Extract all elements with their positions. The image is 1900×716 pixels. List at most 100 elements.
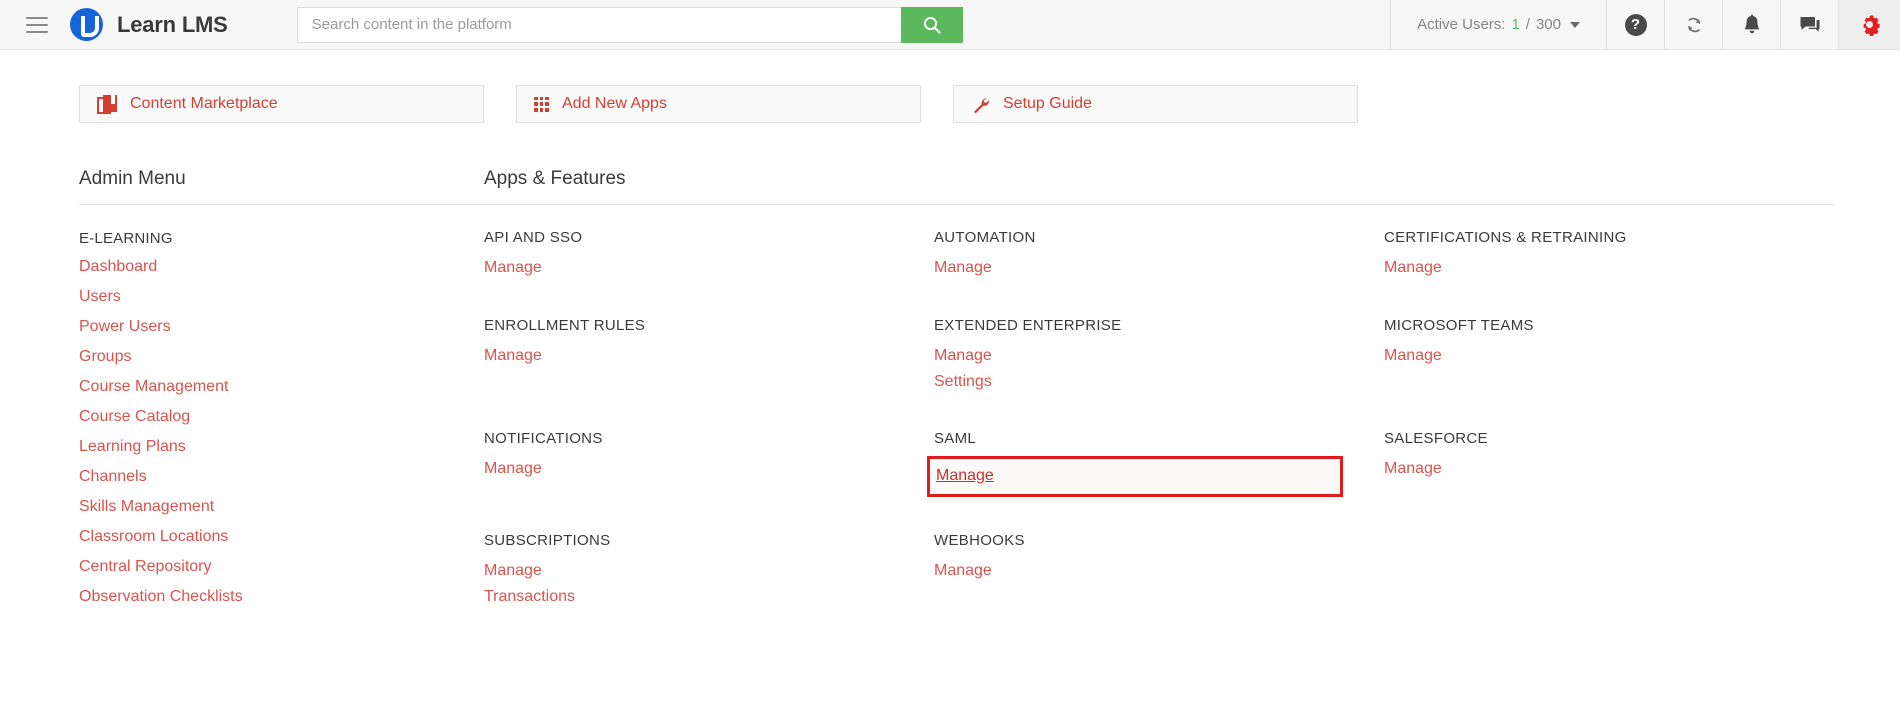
app-link-manage-extended-enterprise[interactable]: Manage	[934, 343, 992, 369]
admin-menu-title: Admin Menu	[79, 168, 484, 205]
app-link-transactions-subscriptions[interactable]: Transactions	[484, 584, 575, 610]
app-link-wrap: Manage	[934, 558, 1384, 584]
sync-button[interactable]	[1664, 0, 1722, 49]
top-header: Learn LMS Active Users: 1 / 300 ?	[0, 0, 1900, 50]
app-name: MICROSOFT TEAMS	[1384, 317, 1534, 334]
app-link-wrap: Manage	[1384, 456, 1834, 482]
app-link-wrap: Manage	[484, 456, 934, 482]
sidebar-group-elearning: E-LEARNING	[79, 230, 173, 247]
content-marketplace-button[interactable]: Content Marketplace	[79, 85, 484, 123]
app-name: AUTOMATION	[934, 229, 1036, 246]
search-button[interactable]	[900, 6, 963, 43]
help-icon: ?	[1624, 13, 1647, 36]
app-link-manage-webhooks[interactable]: Manage	[934, 558, 992, 584]
sync-icon	[1687, 17, 1700, 32]
chevron-down-icon	[1570, 21, 1580, 28]
settings-button[interactable]	[1838, 0, 1900, 49]
page-body: Content Marketplace Add New Apps Setup G…	[0, 50, 1900, 645]
sidebar-item-central-repository[interactable]: Central Repository	[79, 552, 484, 582]
bell-icon	[1744, 14, 1759, 33]
add-new-apps-button[interactable]: Add New Apps	[516, 85, 921, 123]
sidebar-item-classroom-locations[interactable]: Classroom Locations	[79, 522, 484, 552]
sidebar-item-course-catalog[interactable]: Course Catalog	[79, 402, 484, 432]
notifications-button[interactable]	[1722, 0, 1780, 49]
active-users-label: Active Users:	[1417, 16, 1506, 33]
header-right: Active Users: 1 / 300 ?	[1390, 0, 1900, 49]
app-link-manage-certifications-retraining[interactable]: Manage	[1384, 255, 1442, 281]
app-card: WEBHOOKS Manage	[934, 532, 1384, 645]
app-link-wrap: Settings	[934, 369, 1384, 395]
search-area	[296, 0, 963, 49]
search-input[interactable]	[296, 6, 901, 43]
app-card: SUBSCRIPTIONS Manage Transactions	[484, 532, 934, 645]
apps-features-section: Apps & Features API AND SSO Manage AUTOMAT…	[484, 123, 1900, 645]
hamburger-menu-icon[interactable]	[26, 16, 48, 33]
app-link-settings-extended-enterprise[interactable]: Settings	[934, 369, 992, 395]
app-name: SAML	[934, 430, 977, 447]
sidebar-item-observation-checklists[interactable]: Observation Checklists	[79, 582, 484, 612]
sidebar-item-dashboard[interactable]: Dashboard	[79, 252, 484, 282]
app-name: SALESFORCE	[1384, 430, 1488, 447]
setup-guide-button[interactable]: Setup Guide	[953, 85, 1358, 123]
app-link-wrap: Manage	[484, 558, 934, 584]
main-area: Admin Menu E-LEARNING Dashboard Users Powe…	[0, 123, 1900, 645]
app-link-manage-automation[interactable]: Manage	[934, 255, 992, 281]
app-name: API AND SSO	[484, 229, 583, 246]
hamburger-bar	[26, 30, 48, 33]
app-link-wrap: Manage	[934, 255, 1384, 281]
app-link-manage-saml[interactable]: Manage	[936, 463, 994, 489]
add-new-apps-label: Add New Apps	[562, 95, 667, 112]
app-card: API AND SSO Manage	[484, 229, 934, 317]
wrench-icon	[974, 98, 989, 113]
app-link-manage-subscriptions[interactable]: Manage	[484, 558, 542, 584]
brand-logo[interactable]: Learn LMS	[70, 8, 228, 41]
chat-icon	[1800, 16, 1819, 32]
search-icon	[923, 16, 941, 33]
app-card: SALESFORCE Manage	[1384, 430, 1834, 532]
app-link-manage-api-and-sso[interactable]: Manage	[484, 255, 542, 281]
quick-action-bar: Content Marketplace Add New Apps Setup G…	[0, 50, 1900, 123]
app-link-wrap: Manage	[484, 255, 934, 281]
active-users-separator: /	[1525, 16, 1530, 33]
sidebar-item-learning-plans[interactable]: Learning Plans	[79, 432, 484, 462]
setup-guide-label: Setup Guide	[1003, 95, 1092, 112]
active-users-dropdown[interactable]: Active Users: 1 / 300	[1390, 0, 1606, 49]
app-link-wrap: Manage	[1384, 255, 1834, 281]
app-link-wrap: Manage	[934, 343, 1384, 369]
hamburger-bar	[26, 16, 48, 19]
help-button[interactable]: ?	[1606, 0, 1664, 49]
app-name: WEBHOOKS	[934, 532, 1025, 549]
admin-sidebar: Admin Menu E-LEARNING Dashboard Users Powe…	[79, 123, 484, 645]
app-card: AUTOMATION Manage	[934, 229, 1384, 317]
app-card: CERTIFICATIONS & RETRAINING Manage	[1384, 229, 1834, 317]
active-users-count: 1	[1511, 16, 1520, 33]
app-link-manage-salesforce[interactable]: Manage	[1384, 456, 1442, 482]
sidebar-item-power-users[interactable]: Power Users	[79, 312, 484, 342]
app-card: SAML Manage	[927, 430, 1384, 532]
sidebar-item-course-management[interactable]: Course Management	[79, 372, 484, 402]
app-link-wrap: Manage	[484, 343, 934, 369]
sidebar-item-channels[interactable]: Channels	[79, 462, 484, 492]
app-name: EXTENDED ENTERPRISE	[934, 317, 1122, 334]
book-icon	[97, 94, 117, 114]
app-link-wrap: Manage	[1384, 343, 1834, 369]
content-wrapper: Content Marketplace Add New Apps Setup G…	[0, 50, 1900, 645]
app-link-manage-microsoft-teams[interactable]: Manage	[1384, 343, 1442, 369]
messages-button[interactable]	[1780, 0, 1838, 49]
sidebar-item-users[interactable]: Users	[79, 282, 484, 312]
app-link-manage-enrollment-rules[interactable]: Manage	[484, 343, 542, 369]
learn-lms-logo-icon	[70, 8, 103, 41]
app-card: MICROSOFT TEAMS Manage	[1384, 317, 1834, 430]
content-marketplace-label: Content Marketplace	[130, 95, 278, 112]
sidebar-item-skills-management[interactable]: Skills Management	[79, 492, 484, 522]
header-left: Learn LMS	[0, 0, 228, 49]
grid-icon	[534, 96, 549, 112]
app-link-wrap: Transactions	[484, 584, 934, 610]
app-card: EXTENDED ENTERPRISE Manage Settings	[934, 317, 1384, 430]
app-link-manage-notifications[interactable]: Manage	[484, 456, 542, 482]
sidebar-item-groups[interactable]: Groups	[79, 342, 484, 372]
app-name: SUBSCRIPTIONS	[484, 532, 611, 549]
apps-features-title: Apps & Features	[484, 168, 1834, 205]
gear-icon	[1863, 15, 1880, 36]
brand-title: Learn LMS	[117, 11, 228, 37]
